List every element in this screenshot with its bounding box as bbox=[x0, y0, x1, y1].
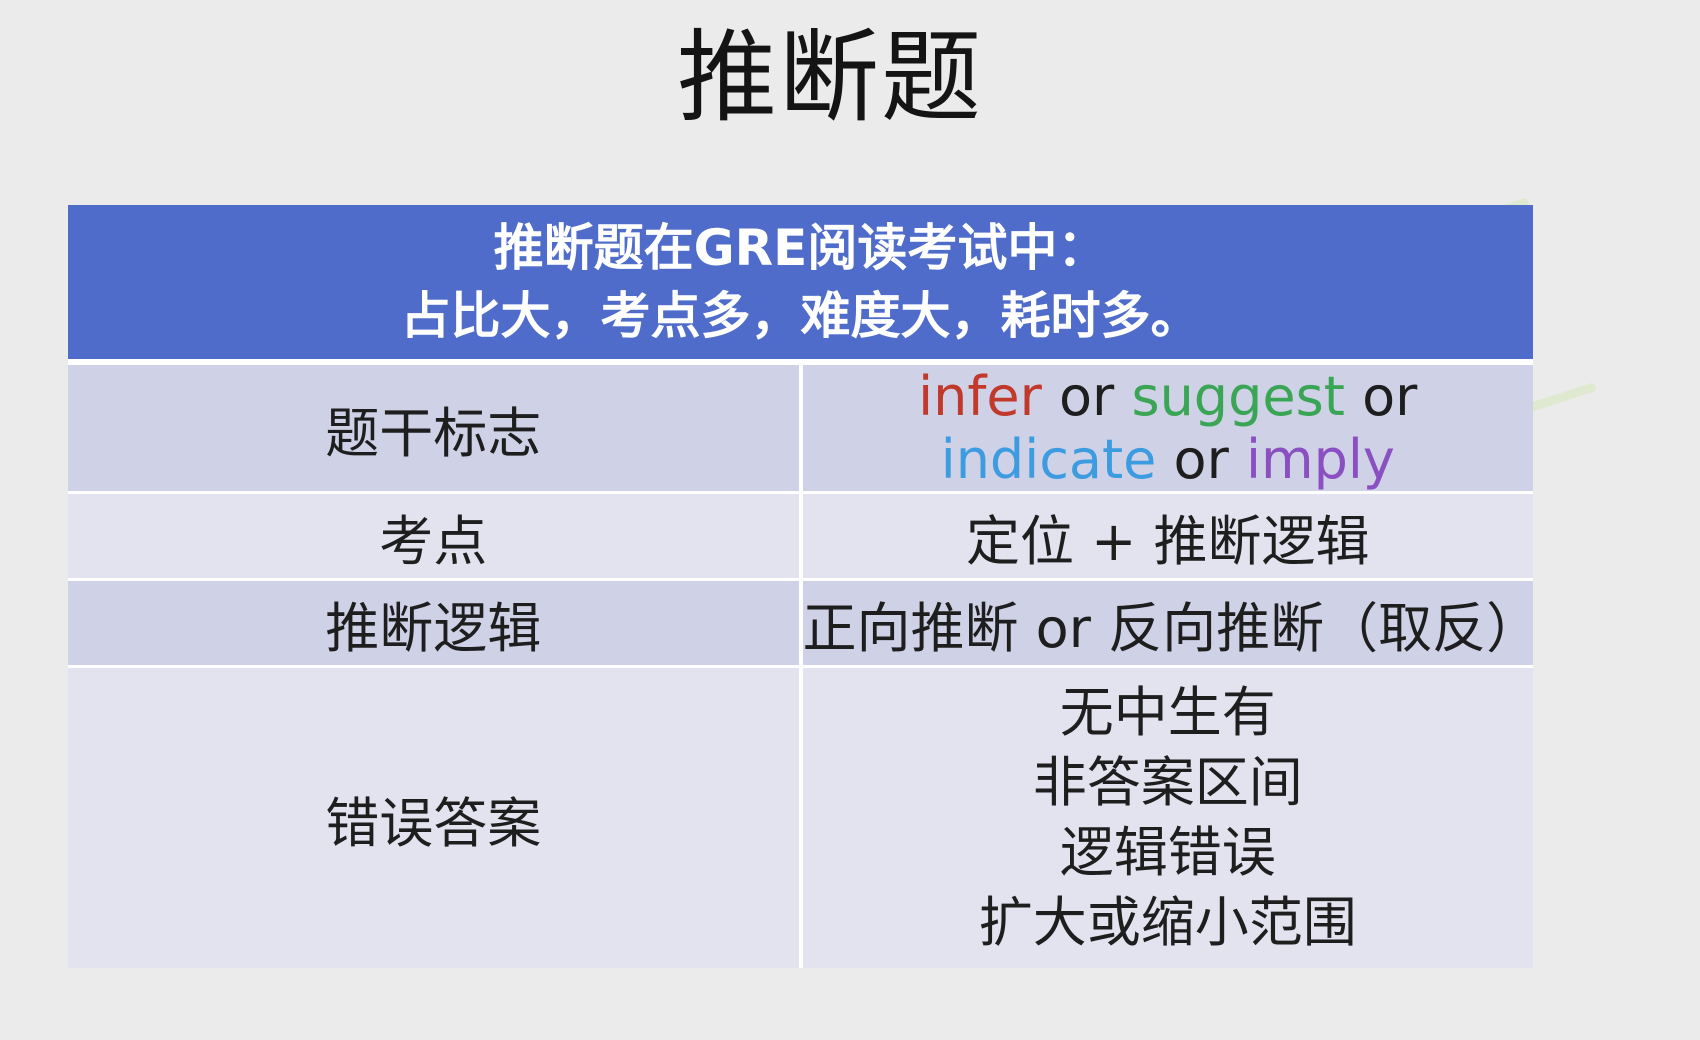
keyword-separator: or bbox=[1362, 365, 1418, 428]
table-row: 错误答案 无中生有 非答案区间 逻辑错误 扩大或缩小范围 bbox=[68, 666, 1533, 968]
row-label-marker: 题干标志 bbox=[68, 362, 803, 494]
keyword-infer: infer bbox=[918, 365, 1042, 428]
row-value-marker: infer or suggest or indicate or imply bbox=[800, 362, 1533, 494]
row-value-wrong: 无中生有 非答案区间 逻辑错误 扩大或缩小范围 bbox=[800, 666, 1533, 968]
summary-table: 推断题在GRE阅读考试中： 占比大，考点多，难度大，耗时多。 题干标志 infe… bbox=[68, 205, 1540, 968]
table-row: 题干标志 infer or suggest or indicate or imp… bbox=[68, 362, 1533, 494]
row-label-points: 考点 bbox=[68, 492, 803, 581]
row-value-points: 定位 + 推断逻辑 bbox=[800, 492, 1533, 581]
page-title: 推断题 bbox=[677, 19, 983, 136]
wrong-answer-item: 逻辑错误 bbox=[1059, 821, 1276, 884]
row-label-wrong: 错误答案 bbox=[68, 666, 803, 968]
row-value-logic: 正向推断 or 反向推断（取反） bbox=[800, 579, 1540, 668]
table-header: 推断题在GRE阅读考试中： 占比大，考点多，难度大，耗时多。 bbox=[68, 205, 1533, 365]
header-line-2: 占比大，考点多，难度大，耗时多。 bbox=[400, 287, 1201, 345]
keyword-separator: or bbox=[1059, 365, 1115, 428]
table-row: 考点 定位 + 推断逻辑 bbox=[68, 492, 1533, 581]
wrong-answer-item: 无中生有 bbox=[1059, 681, 1276, 744]
row-label-logic: 推断逻辑 bbox=[68, 579, 803, 668]
keyword-suggest: suggest bbox=[1131, 365, 1345, 428]
table-row: 推断逻辑 正向推断 or 反向推断（取反） bbox=[68, 579, 1540, 668]
table-header-row: 推断题在GRE阅读考试中： 占比大，考点多，难度大，耗时多。 bbox=[68, 205, 1533, 365]
keyword-imply: imply bbox=[1245, 428, 1395, 491]
header-line-1: 推断题在GRE阅读考试中： bbox=[493, 219, 1108, 277]
wrong-answer-item: 非答案区间 bbox=[1032, 751, 1303, 814]
keyword-indicate: indicate bbox=[940, 428, 1157, 491]
keyword-separator: or bbox=[1173, 428, 1229, 491]
wrong-answer-item: 扩大或缩小范围 bbox=[978, 891, 1357, 954]
